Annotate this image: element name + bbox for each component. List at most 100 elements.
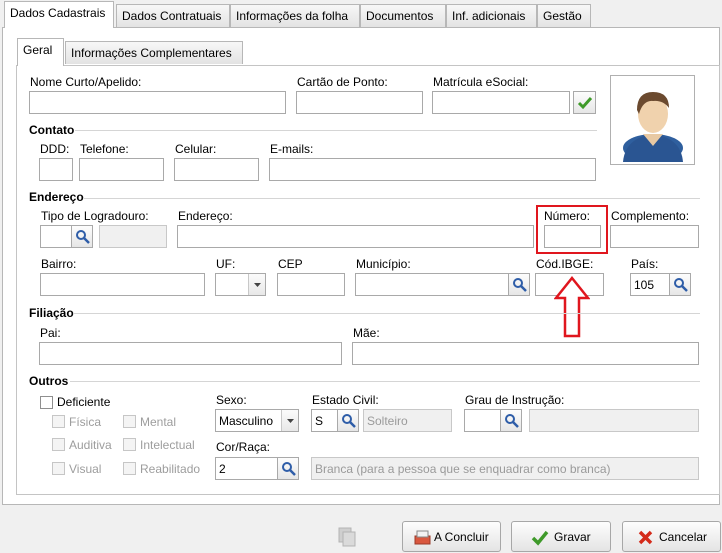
cor-raca-search-button[interactable] — [277, 457, 299, 480]
cep-input[interactable] — [277, 273, 345, 296]
complemento-input[interactable] — [610, 225, 699, 248]
tab-gestao[interactable]: Gestão — [537, 4, 591, 27]
cor-raca-desc: Branca (para a pessoa que se enquadrar c… — [311, 457, 699, 480]
divider — [70, 381, 700, 382]
tab-dados-cadastrais[interactable]: Dados Cadastrais — [4, 1, 114, 28]
uf-select[interactable] — [215, 273, 266, 296]
grau-instrucao-search-button[interactable] — [500, 409, 522, 432]
cor-raca-label: Cor/Raça: — [216, 440, 271, 454]
filiacao-title: Filiação — [29, 306, 74, 320]
cancelar-button[interactable]: Cancelar — [622, 521, 721, 552]
endereco-label: Endereço: — [178, 209, 233, 223]
ddd-input[interactable] — [39, 158, 73, 181]
deficiente-checkbox[interactable] — [40, 396, 53, 409]
municipio-input[interactable] — [355, 273, 510, 296]
tab-informacoes-folha[interactable]: Informações da folha — [230, 4, 360, 27]
close-icon — [638, 530, 653, 545]
arrow-up-icon — [554, 276, 590, 338]
tipo-logradouro-search-button[interactable] — [71, 225, 93, 248]
intelectual-label: Intelectual — [140, 438, 195, 452]
mental-label: Mental — [140, 415, 177, 429]
deficiente-label: Deficiente — [57, 395, 111, 409]
sexo-select[interactable]: Masculino — [215, 409, 299, 432]
mae-input[interactable] — [352, 342, 699, 365]
complemento-label: Complemento: — [611, 209, 690, 223]
telefone-input[interactable] — [79, 158, 164, 181]
check-icon — [531, 530, 549, 546]
history-button[interactable] — [333, 523, 361, 550]
cor-raca-input[interactable]: 2 — [215, 457, 279, 480]
pai-input[interactable] — [39, 342, 342, 365]
emails-label: E-mails: — [270, 142, 314, 156]
pais-value: 105 — [634, 278, 655, 292]
tab-documentos[interactable]: Documentos — [360, 4, 446, 27]
nome-curto-label: Nome Curto/Apelido: — [30, 75, 142, 89]
reabilitado-checkbox[interactable] — [123, 462, 136, 475]
fisica-checkbox[interactable] — [52, 415, 65, 428]
visual-checkbox[interactable] — [52, 462, 65, 475]
pais-label: País: — [631, 257, 659, 271]
tab-label: Documentos — [366, 9, 434, 23]
divider — [84, 198, 700, 199]
visual-label: Visual — [69, 462, 102, 476]
tab-label: Inf. adicionais — [452, 9, 526, 23]
validate-button[interactable] — [573, 91, 596, 114]
tab-label: Dados Contratuais — [122, 9, 222, 23]
documents-icon — [338, 527, 356, 547]
tab-label: Informações da folha — [236, 9, 349, 23]
sexo-dropdown-button[interactable] — [281, 410, 298, 431]
cod-ibge-label: Cód.IBGE: — [536, 257, 594, 271]
pais-search-button[interactable] — [669, 273, 691, 296]
gravar-label: Gravar — [554, 530, 591, 544]
uf-dropdown-button[interactable] — [248, 274, 265, 295]
divider — [73, 313, 700, 314]
chevron-down-icon — [287, 419, 294, 423]
avatar-icon — [623, 92, 683, 162]
estado-civil-search-button[interactable] — [337, 409, 359, 432]
tipo-logradouro-input[interactable] — [40, 225, 72, 248]
cor-raca-code: 2 — [219, 462, 226, 476]
search-icon — [513, 278, 527, 292]
intelectual-checkbox[interactable] — [123, 438, 136, 451]
subtab-informacoes-complementares[interactable]: Informações Complementares — [65, 41, 243, 64]
celular-label: Celular: — [175, 142, 217, 156]
grau-instrucao-label: Grau de Instrução: — [465, 393, 565, 407]
mental-checkbox[interactable] — [123, 415, 136, 428]
register-icon — [414, 530, 431, 545]
nome-curto-input[interactable] — [29, 91, 286, 114]
auditiva-label: Auditiva — [69, 438, 112, 452]
subtab-label: Informações Complementares — [71, 46, 232, 60]
concluir-button[interactable]: A Concluir — [402, 521, 501, 552]
endereco-input[interactable] — [177, 225, 534, 248]
tipo-logradouro-label: Tipo de Logradouro: — [41, 209, 149, 223]
pais-input[interactable]: 105 — [630, 273, 670, 296]
grau-instrucao-input[interactable] — [464, 409, 502, 432]
search-icon — [282, 462, 296, 476]
municipio-search-button[interactable] — [508, 273, 530, 296]
divider — [75, 130, 597, 131]
pai-label: Pai: — [40, 326, 61, 340]
highlight-box — [536, 205, 608, 254]
tab-dados-contratuais[interactable]: Dados Contratuais — [116, 4, 230, 27]
gravar-button[interactable]: Gravar — [511, 521, 611, 552]
tab-inf-adicionais[interactable]: Inf. adicionais — [446, 4, 537, 27]
matricula-esocial-input[interactable] — [432, 91, 570, 114]
celular-input[interactable] — [174, 158, 259, 181]
auditiva-checkbox[interactable] — [52, 438, 65, 451]
estado-civil-desc: Solteiro — [363, 409, 452, 432]
tab-label: Dados Cadastrais — [10, 6, 106, 20]
bairro-input[interactable] — [40, 273, 205, 296]
estado-civil-input[interactable]: S — [311, 409, 339, 432]
sexo-label: Sexo: — [216, 393, 247, 407]
estado-civil-desc-value: Solteiro — [367, 414, 408, 428]
emails-input[interactable] — [269, 158, 596, 181]
cartao-ponto-input[interactable] — [296, 91, 423, 114]
photo-frame[interactable] — [610, 75, 695, 165]
bairro-label: Bairro: — [41, 257, 77, 271]
uf-label: UF: — [216, 257, 236, 271]
sexo-value: Masculino — [219, 414, 274, 428]
telefone-label: Telefone: — [80, 142, 129, 156]
municipio-label: Município: — [356, 257, 411, 271]
chevron-down-icon — [254, 283, 261, 287]
subtab-geral[interactable]: Geral — [17, 38, 64, 66]
